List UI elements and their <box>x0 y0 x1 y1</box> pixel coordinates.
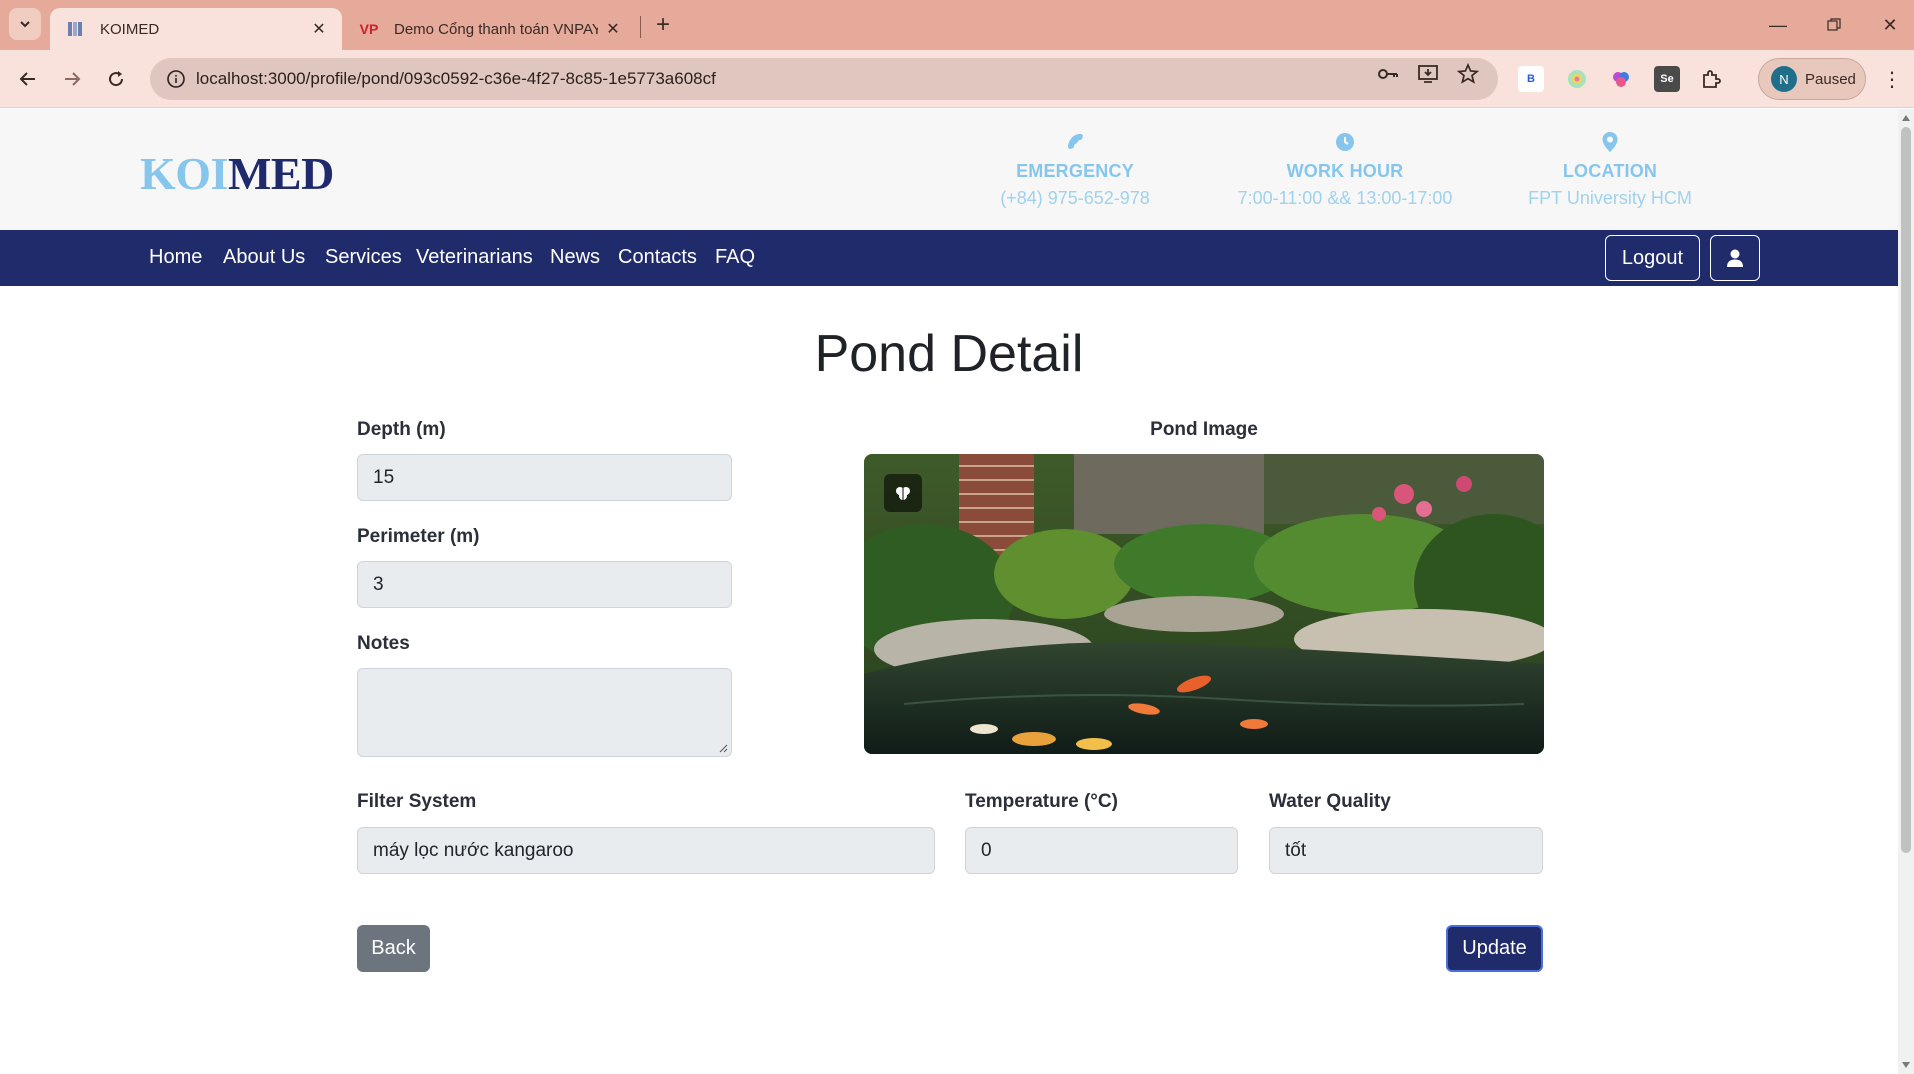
nav-about-us[interactable]: About Us <box>223 246 305 269</box>
back-nav-button[interactable] <box>12 63 44 95</box>
arrow-left-icon <box>19 72 35 86</box>
address-bar[interactable]: localhost:3000/profile/pond/093c0592-c36… <box>150 58 1498 100</box>
nav-services[interactable]: Services <box>325 246 402 269</box>
koimed-favicon-icon <box>64 18 86 40</box>
temperature-input[interactable]: 0 <box>965 827 1238 874</box>
close-tab-icon[interactable]: ✕ <box>598 14 628 44</box>
close-window-button[interactable]: ✕ <box>1862 0 1914 50</box>
page-viewport: KOIMED EMERGENCY (+84) 975-652-978 WORK … <box>0 109 1898 1074</box>
page-title: Pond Detail <box>814 325 1084 383</box>
nav-news[interactable]: News <box>550 246 600 269</box>
new-tab-button[interactable]: + <box>648 10 678 40</box>
site-header: KOIMED EMERGENCY (+84) 975-652-978 WORK … <box>0 109 1898 230</box>
resize-grip-icon[interactable] <box>718 743 728 753</box>
notes-label: Notes <box>357 633 410 654</box>
profile-status: Paused <box>1805 70 1856 88</box>
account-button[interactable] <box>1710 235 1760 281</box>
logout-button[interactable]: Logout <box>1605 235 1700 281</box>
scroll-up-icon[interactable] <box>1902 115 1910 121</box>
nav-contacts[interactable]: Contacts <box>618 246 697 269</box>
filter-system-label: Filter System <box>357 791 477 812</box>
restore-button[interactable] <box>1806 0 1862 50</box>
chevron-down-icon <box>20 21 30 28</box>
water-quality-label: Water Quality <box>1269 791 1391 812</box>
scrollbar-thumb[interactable] <box>1901 127 1911 853</box>
water-quality-input[interactable]: tốt <box>1269 827 1543 874</box>
minimize-button[interactable]: — <box>1750 0 1806 50</box>
tab-separator <box>640 16 641 38</box>
depth-input[interactable]: 15 <box>357 454 732 501</box>
filter-system-input[interactable]: máy lọc nước kangaroo <box>357 827 935 874</box>
browser-toolbar: localhost:3000/profile/pond/093c0592-c36… <box>0 50 1914 108</box>
forward-nav-button[interactable] <box>56 63 88 95</box>
tab-title: Demo Cổng thanh toán VNPAY <box>394 20 598 38</box>
user-icon <box>1727 249 1743 267</box>
notes-textarea[interactable] <box>357 668 732 757</box>
perimeter-label: Perimeter (m) <box>357 526 480 547</box>
close-tab-icon[interactable]: ✕ <box>304 14 334 44</box>
pond-image-label: Pond Image <box>1150 419 1258 440</box>
bookmark-star-icon[interactable] <box>1456 62 1480 86</box>
arrow-right-icon <box>65 72 81 86</box>
profile-avatar: N <box>1771 66 1797 92</box>
password-key-icon[interactable] <box>1376 62 1400 86</box>
nav-veterinarians[interactable]: Veterinarians <box>416 246 533 269</box>
clock-icon <box>1220 129 1470 155</box>
location-info: LOCATION FPT University HCM <box>1510 129 1710 209</box>
reload-icon <box>109 71 124 87</box>
work-hour-info: WORK HOUR 7:00-11:00 && 13:00-17:00 <box>1220 129 1470 209</box>
nav-home[interactable]: Home <box>149 246 202 269</box>
back-button[interactable]: Back <box>357 925 430 972</box>
site-info-icon[interactable] <box>156 69 196 89</box>
location-pin-icon <box>1510 129 1710 155</box>
nav-faq[interactable]: FAQ <box>715 246 755 269</box>
tab-koimed[interactable]: KOIMED ✕ <box>50 8 342 50</box>
main-navigation: Home About Us Services Veterinarians New… <box>0 230 1898 286</box>
vnpay-favicon-icon: VP <box>359 21 379 37</box>
site-logo[interactable]: KOIMED <box>140 147 334 200</box>
tab-title: KOIMED <box>100 20 160 38</box>
browser-tab-bar: KOIMED ✕ VP Demo Cổng thanh toán VNPAY ✕… <box>0 0 1914 50</box>
extension-color-icon[interactable] <box>1564 66 1590 92</box>
image-action-icon[interactable] <box>884 474 922 512</box>
extension-brain-icon[interactable] <box>1608 66 1634 92</box>
reload-button[interactable] <box>100 63 132 95</box>
update-button[interactable]: Update <box>1446 925 1543 972</box>
tab-search-button[interactable] <box>9 8 41 40</box>
depth-label: Depth (m) <box>357 419 446 440</box>
url-text: localhost:3000/profile/pond/093c0592-c36… <box>196 69 716 88</box>
emergency-info: EMERGENCY (+84) 975-652-978 <box>975 129 1175 209</box>
extensions-puzzle-icon[interactable] <box>1698 66 1724 92</box>
page-scrollbar[interactable] <box>1898 109 1914 1074</box>
install-app-icon[interactable] <box>1416 62 1440 86</box>
phone-icon <box>975 129 1175 155</box>
temperature-label: Temperature (°C) <box>965 791 1118 812</box>
pond-image <box>864 454 1544 754</box>
extension-se-icon[interactable]: Se <box>1654 66 1680 92</box>
perimeter-input[interactable]: 3 <box>357 561 732 608</box>
tab-vnpay[interactable]: VP Demo Cổng thanh toán VNPAY ✕ <box>344 8 636 50</box>
restore-icon <box>1827 18 1841 31</box>
scroll-down-icon[interactable] <box>1902 1062 1910 1068</box>
extension-b-icon[interactable]: B <box>1518 66 1544 92</box>
browser-menu-icon[interactable]: ⋮ <box>1880 66 1904 92</box>
profile-button[interactable]: N Paused <box>1758 58 1866 100</box>
